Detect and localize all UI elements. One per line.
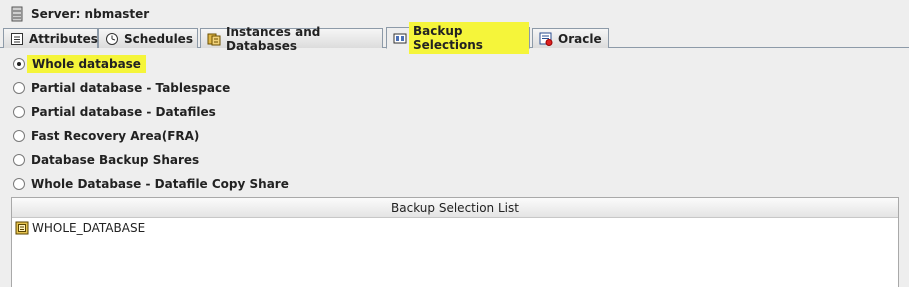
list-header: Backup Selection List [12, 198, 898, 218]
tab-strip: Attributes Schedules Instances and Datab… [0, 22, 909, 54]
tab-label: Attributes [29, 31, 98, 46]
option-label: Partial database - Tablespace [31, 81, 231, 95]
tab-oracle[interactable]: Oracle [532, 28, 609, 48]
tab-label: Backup Selections [409, 22, 529, 54]
radio-button[interactable] [13, 178, 25, 190]
option-label: Partial database - Datafiles [31, 105, 216, 119]
option-fast-recovery-area[interactable]: Fast Recovery Area(FRA) [13, 127, 199, 145]
option-whole-database[interactable]: Whole database [13, 55, 146, 73]
instances-icon [207, 32, 221, 46]
option-label: Whole database [27, 55, 146, 73]
schedules-icon [105, 32, 119, 46]
option-partial-tablespace[interactable]: Partial database - Tablespace [13, 79, 230, 97]
attributes-icon [10, 32, 24, 46]
tab-label: Schedules [124, 31, 193, 46]
radio-button[interactable] [13, 154, 25, 166]
option-label: Fast Recovery Area(FRA) [31, 129, 200, 143]
radio-button[interactable] [13, 130, 25, 142]
server-label: Server: nbmaster [31, 6, 150, 21]
radio-button-selected[interactable] [13, 58, 25, 70]
option-label: Database Backup Shares [31, 153, 200, 167]
tab-attributes[interactable]: Attributes [3, 28, 98, 48]
database-icon [15, 221, 29, 235]
backup-selections-icon [393, 31, 407, 45]
server-icon [10, 6, 24, 22]
option-database-backup-shares[interactable]: Database Backup Shares [13, 151, 199, 169]
tab-instances-and-databases[interactable]: Instances and Databases [200, 25, 383, 53]
radio-button[interactable] [13, 106, 25, 118]
tab-schedules[interactable]: Schedules [98, 28, 198, 48]
tab-label: Oracle [558, 31, 602, 46]
option-datafile-copy-share[interactable]: Whole Database - Datafile Copy Share [13, 175, 289, 193]
option-partial-datafiles[interactable]: Partial database - Datafiles [13, 103, 216, 121]
radio-button[interactable] [13, 82, 25, 94]
oracle-icon [539, 32, 553, 46]
list-item[interactable]: WHOLE_DATABASE [12, 219, 898, 236]
tab-label: Instances and Databases [226, 24, 321, 53]
list-item-label: WHOLE_DATABASE [32, 220, 146, 235]
tab-backup-selections[interactable]: Backup Selections [386, 22, 530, 54]
backup-selection-list: Backup Selection List WHOLE_DATABASE [11, 197, 899, 287]
option-label: Whole Database - Datafile Copy Share [31, 177, 289, 191]
